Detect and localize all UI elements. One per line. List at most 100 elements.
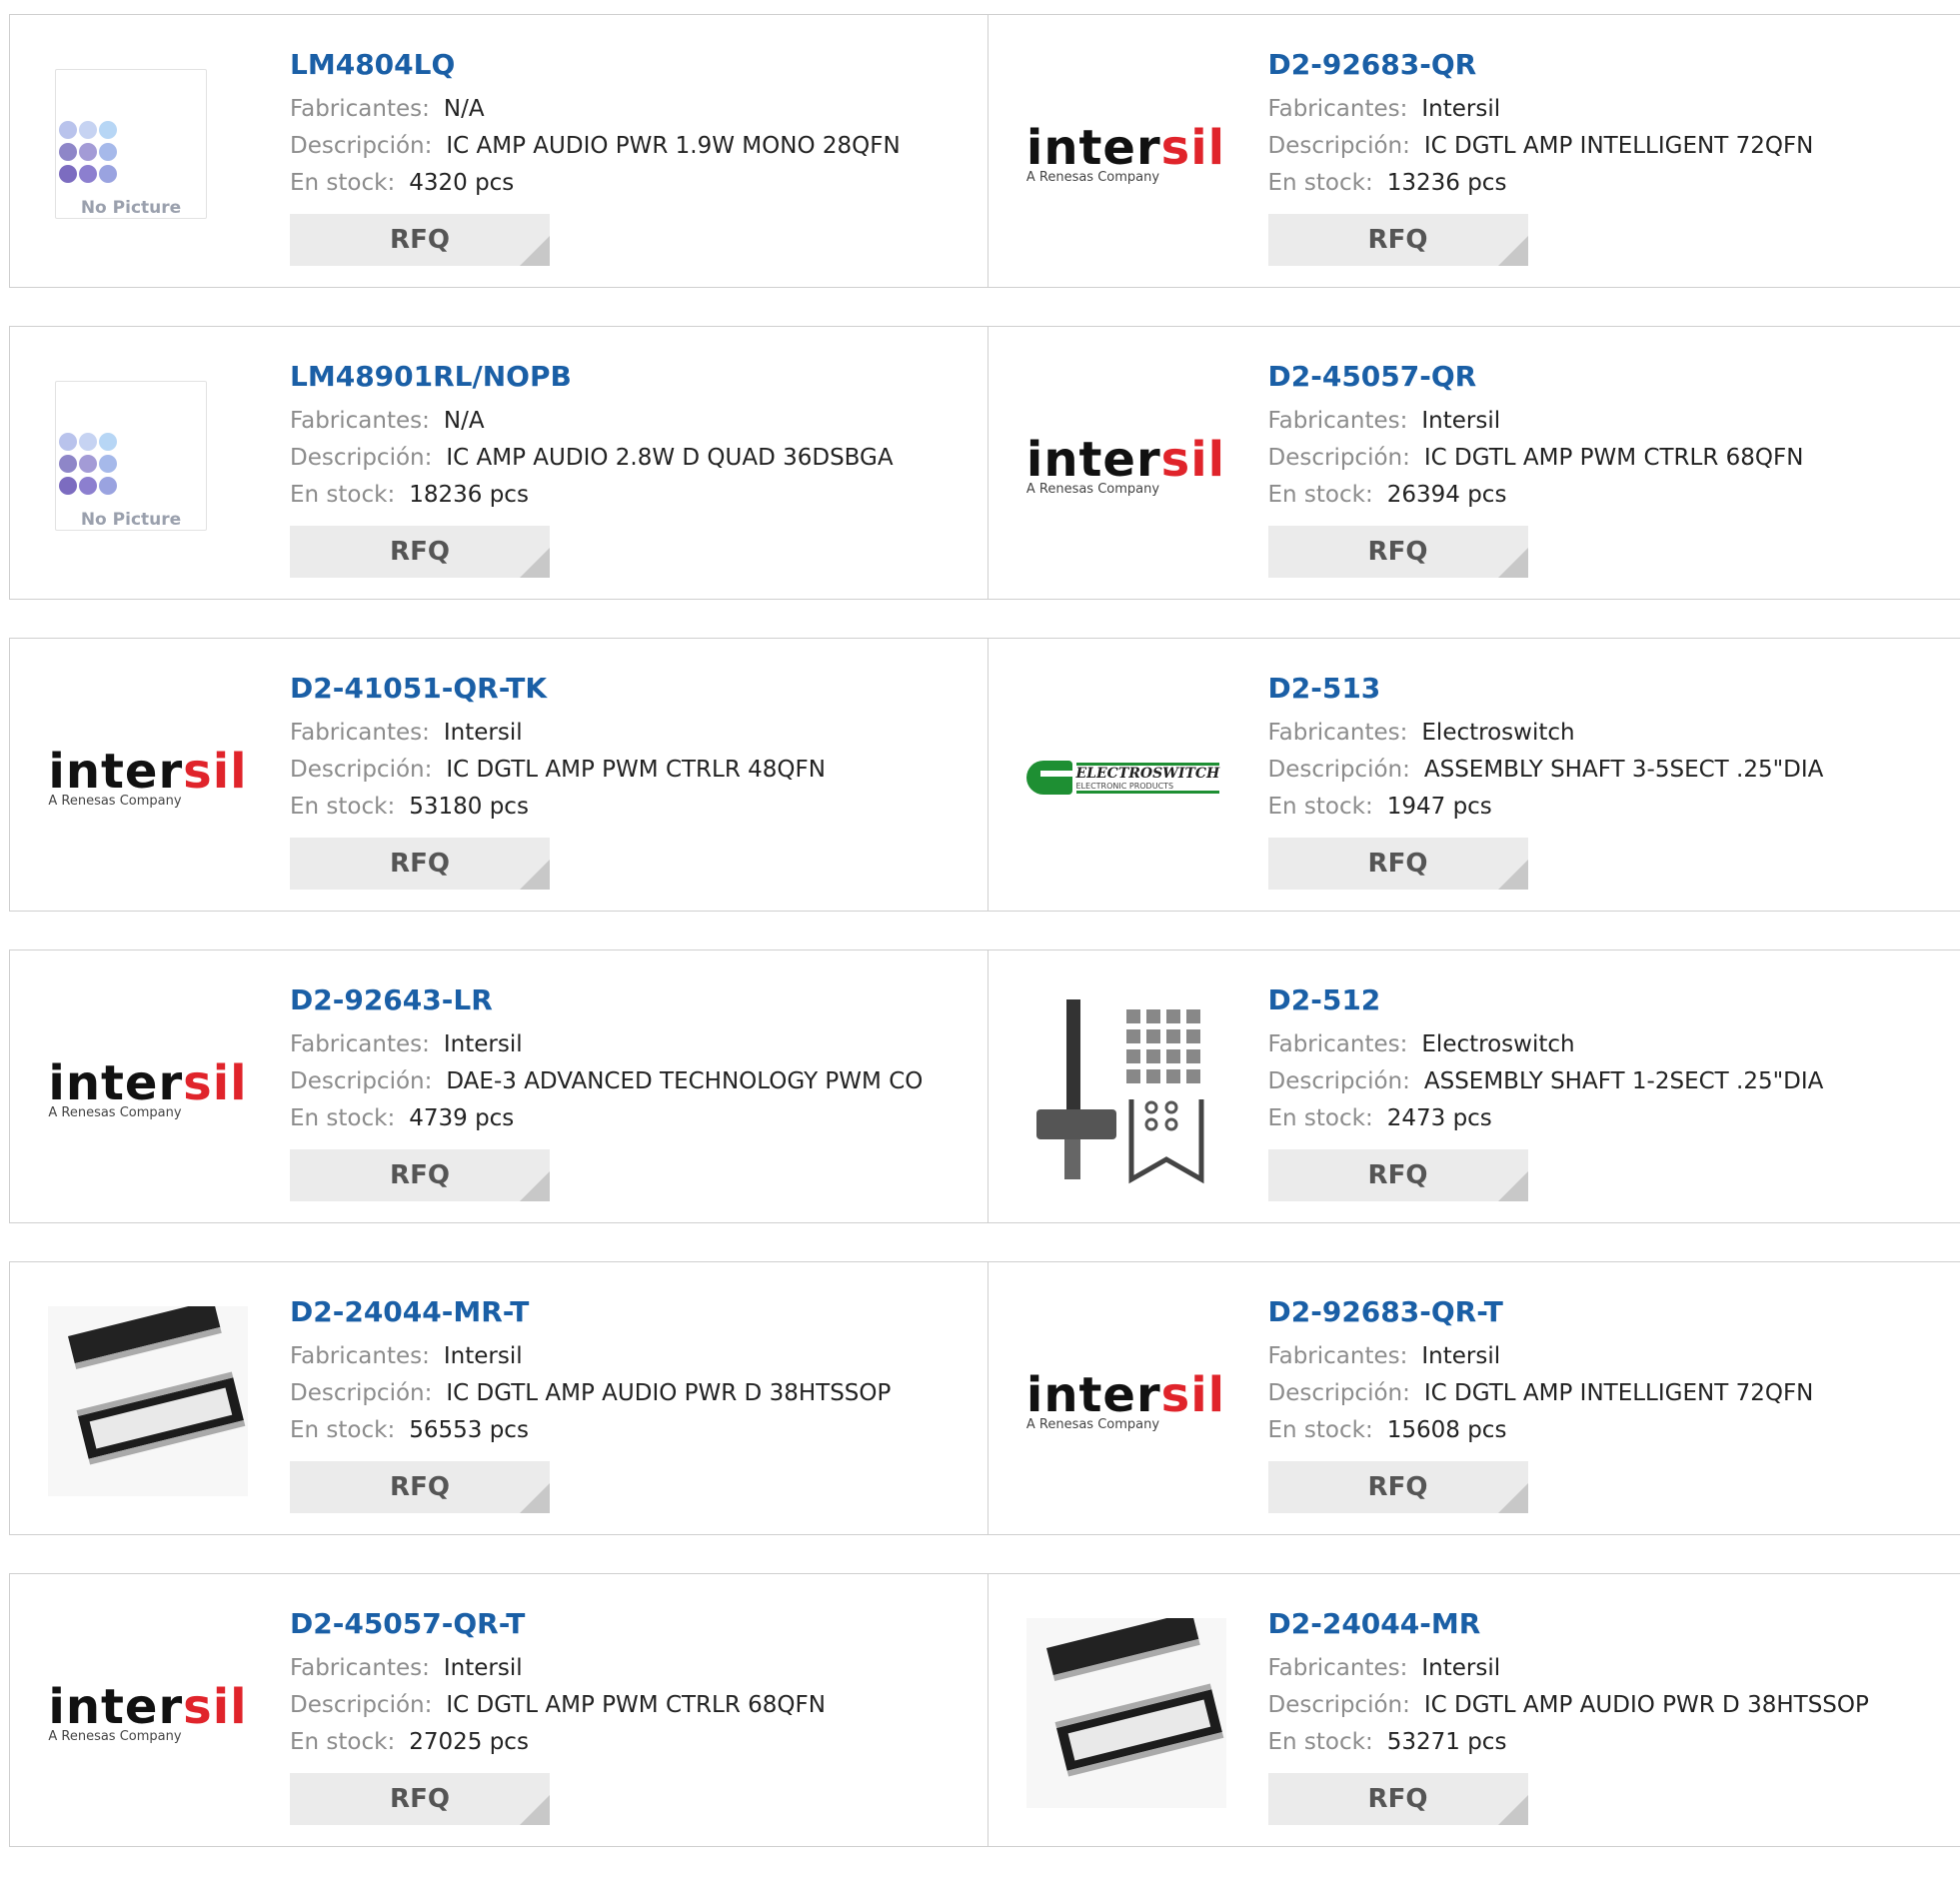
product-thumbnail[interactable]: intersil A Renesas Company [48,998,248,1180]
manufacturer-line: Fabricantes: Electroswitch [1268,1026,1824,1063]
description-line: Descripción:ASSEMBLY SHAFT 1-2SECT .25"D… [1268,1063,1824,1100]
manufacturer-value: Electroswitch [1421,1031,1574,1057]
rfq-label: RFQ [1368,1472,1428,1502]
product-info: D2-45057-QRFabricantes:IntersilDescripci… [1268,357,1804,578]
rfq-button[interactable]: RFQ [1268,1149,1528,1201]
product-thumbnail[interactable]: No Picture [48,375,248,557]
product-row: D2-24044-MR-TFabricantes:IntersilDescrip… [9,1261,1960,1535]
logo-text: ELECTROSWITCH [1076,766,1220,782]
manufacturer-value: Intersil [444,1031,523,1057]
description-label: Descripción: [290,133,432,159]
stock-label: En stock: [1268,1105,1373,1131]
product-card: D2-24044-MR-TFabricantes:IntersilDescrip… [10,1262,987,1534]
part-number-link[interactable]: LM48901RL/NOPB [290,357,894,397]
stock-value: 53271 pcs [1387,1729,1507,1755]
part-number-link[interactable]: D2-92643-LR [290,980,923,1020]
rfq-button[interactable]: RFQ [290,214,550,266]
description-value: IC DGTL AMP PWM CTRLR 68QFN [1424,445,1804,471]
stock-line: En stock:4320 pcs [290,165,901,202]
manufacturer-line: Fabricantes: Intersil [290,1026,923,1063]
no-picture-label: No Picture [56,510,206,530]
product-thumbnail[interactable]: intersil A Renesas Company [1026,1310,1226,1492]
part-number-link[interactable]: D2-92683-QR-T [1268,1292,1814,1332]
product-thumbnail[interactable]: intersil A Renesas Company [1026,63,1226,245]
rfq-button[interactable]: RFQ [1268,526,1528,578]
product-info: D2-92643-LRFabricantes:IntersilDescripci… [290,980,923,1201]
manufacturer-label: Fabricantes: [290,96,430,122]
part-number-link[interactable]: D2-24044-MR [1268,1604,1869,1644]
stock-line: En stock:26394 pcs [1268,477,1804,514]
stock-value: 26394 pcs [1387,482,1507,508]
part-number-link[interactable]: D2-513 [1268,669,1824,709]
corner-triangle-icon [520,236,550,266]
part-number-link[interactable]: D2-45057-QR [1268,357,1804,397]
product-thumbnail[interactable]: ELECTROSWITCH ELECTRONIC PRODUCTS [1026,687,1226,869]
description-label: Descripción: [1268,1692,1410,1718]
part-number-link[interactable]: D2-24044-MR-T [290,1292,891,1332]
corner-triangle-icon [520,548,550,578]
product-row: No Picture LM48901RL/NOPBFabricantes:N/A… [9,326,1960,600]
product-thumbnail[interactable]: intersil A Renesas Company [1026,375,1226,557]
manufacturer-label: Fabricantes: [1268,1655,1408,1681]
intersil-logo: intersil A Renesas Company [48,1683,247,1744]
description-label: Descripción: [1268,133,1410,159]
manufacturer-label: Fabricantes: [1268,1343,1408,1369]
rfq-button[interactable]: RFQ [1268,1461,1528,1513]
product-thumbnail[interactable] [1026,1622,1226,1804]
description-value: IC AMP AUDIO PWR 1.9W MONO 28QFN [446,133,900,159]
corner-triangle-icon [520,1483,550,1513]
manufacturer-label: Fabricantes: [1268,408,1408,434]
rfq-label: RFQ [390,537,450,567]
logo-text: sil [183,1055,247,1111]
part-number-link[interactable]: D2-41051-QR-TK [290,669,826,709]
rfq-button[interactable]: RFQ [290,1149,550,1201]
rfq-button[interactable]: RFQ [1268,214,1528,266]
stock-value: 56553 pcs [409,1417,529,1443]
product-info: D2-45057-QR-TFabricantes:IntersilDescrip… [290,1604,826,1825]
rfq-button[interactable]: RFQ [1268,1773,1528,1825]
chip-photo [1026,1618,1226,1808]
stock-value: 15608 pcs [1387,1417,1507,1443]
description-value: ASSEMBLY SHAFT 1-2SECT .25"DIA [1424,1068,1824,1094]
description-label: Descripción: [290,757,432,783]
rfq-button[interactable]: RFQ [290,838,550,890]
part-number-link[interactable]: D2-45057-QR-T [290,1604,826,1644]
manufacturer-label: Fabricantes: [290,1655,430,1681]
corner-triangle-icon [1498,236,1528,266]
stock-value: 18236 pcs [409,482,529,508]
logo-text: sil [1161,1367,1225,1423]
part-number-link[interactable]: D2-92683-QR [1268,45,1814,85]
product-thumbnail[interactable] [1026,998,1226,1180]
rfq-label: RFQ [390,1784,450,1814]
intersil-logo: intersil A Renesas Company [48,748,247,809]
product-info: D2-24044-MR-TFabricantes:IntersilDescrip… [290,1292,891,1513]
logo-text: inter [48,744,183,800]
stock-label: En stock: [290,1417,395,1443]
rfq-button[interactable]: RFQ [290,1461,550,1513]
part-number-link[interactable]: D2-512 [1268,980,1824,1020]
manufacturer-label: Fabricantes: [290,1031,430,1057]
product-card: intersil A Renesas Company D2-92683-QRFa… [987,15,1960,287]
product-card: D2-512 Fabricantes: Electroswitch Descripci… [987,950,1960,1222]
no-picture-label: No Picture [56,198,206,218]
description-label: Descripción: [290,1692,432,1718]
rfq-button[interactable]: RFQ [290,526,550,578]
corner-triangle-icon [1498,548,1528,578]
description-value: DAE-3 ADVANCED TECHNOLOGY PWM CO [446,1068,923,1094]
product-info: D2-512 Fabricantes: Electroswitch Descripci… [1268,980,1824,1201]
product-thumbnail[interactable]: No Picture [48,63,248,245]
product-thumbnail[interactable]: intersil A Renesas Company [48,1622,248,1804]
product-thumbnail[interactable]: intersil A Renesas Company [48,687,248,869]
product-thumbnail[interactable] [48,1310,248,1492]
stock-label: En stock: [1268,1729,1373,1755]
intersil-logo: intersil A Renesas Company [1026,1371,1225,1432]
manufacturer-value: Intersil [1421,408,1500,434]
manufacturer-label: Fabricantes: [1268,1031,1408,1057]
description-value: IC DGTL AMP PWM CTRLR 48QFN [446,757,826,783]
rfq-button[interactable]: RFQ [290,1773,550,1825]
rfq-button[interactable]: RFQ [1268,838,1528,890]
logo-text: inter [1026,1367,1161,1423]
part-number-link[interactable]: LM4804LQ [290,45,901,85]
description-line: Descripción:IC DGTL AMP PWM CTRLR 68QFN [290,1687,826,1724]
stock-value: 13236 pcs [1387,170,1507,196]
